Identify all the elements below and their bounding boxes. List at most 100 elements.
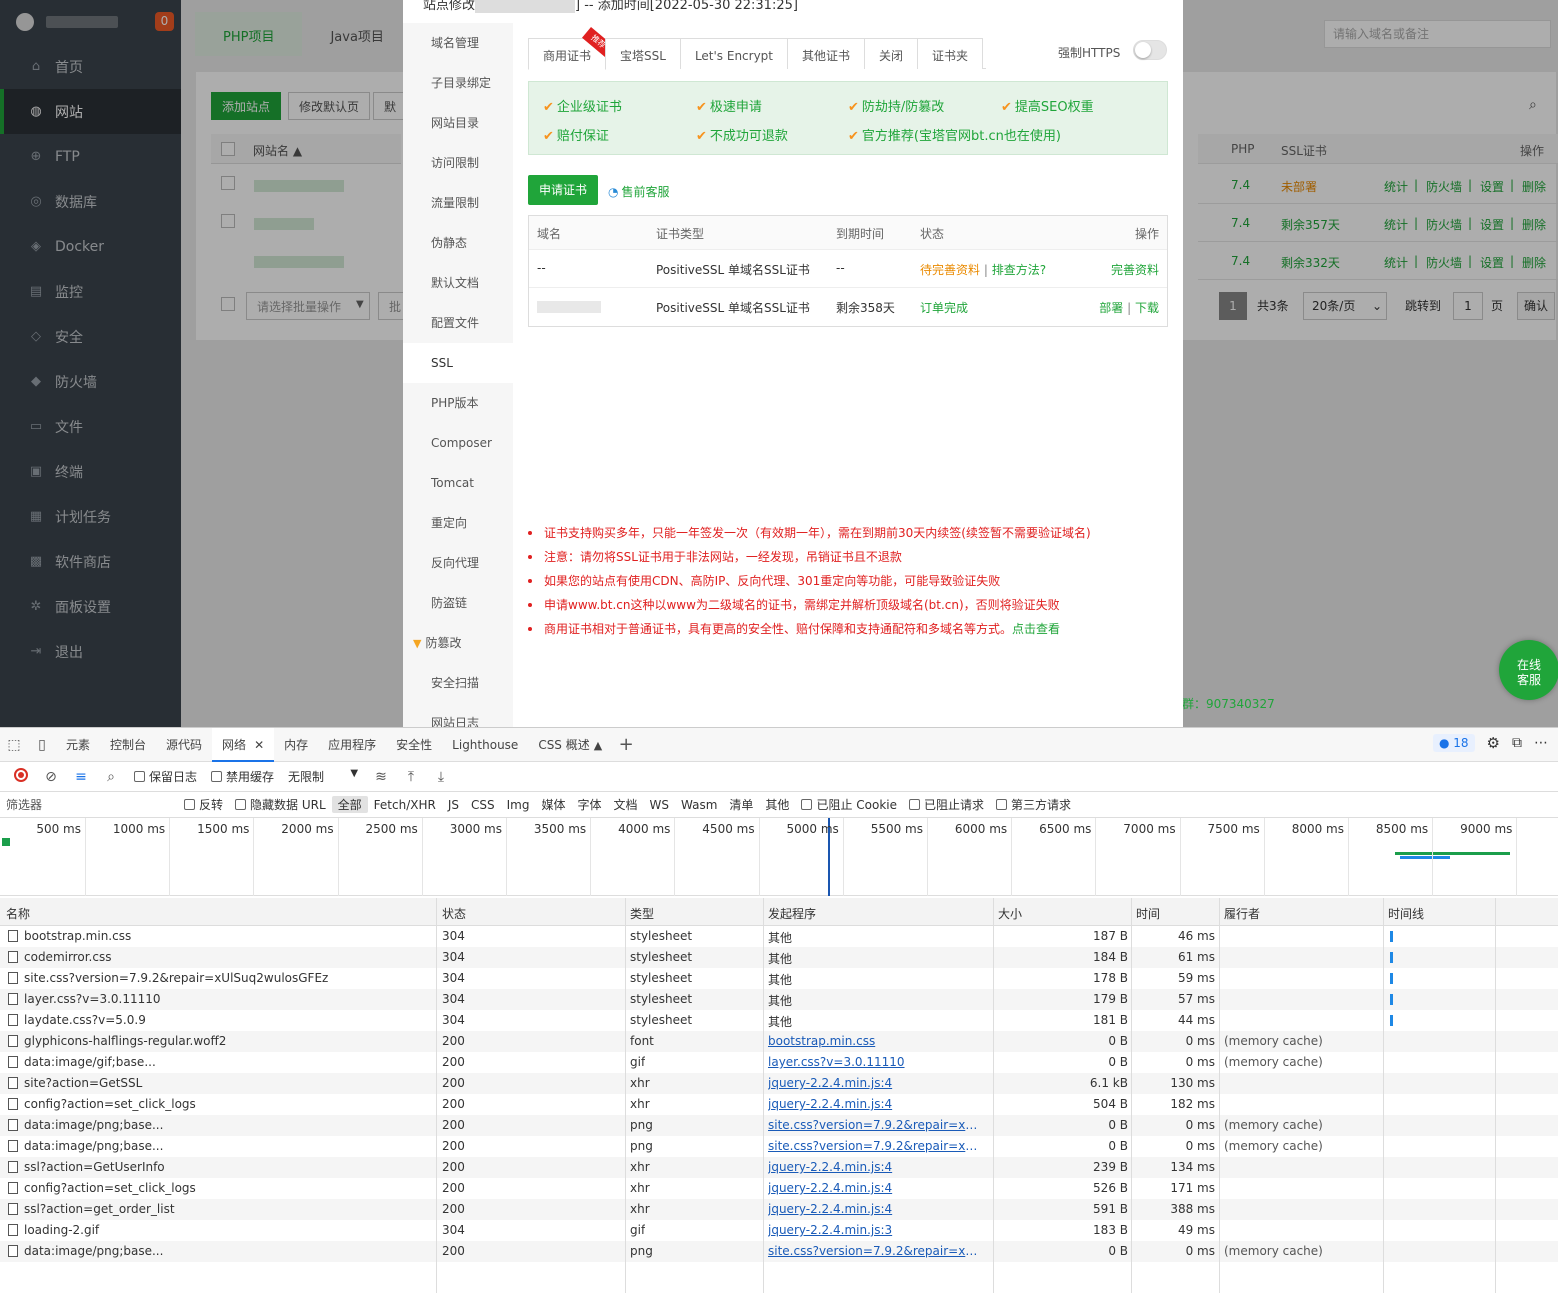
ssl-tab[interactable]: 商用证书 推荐 xyxy=(528,26,615,70)
issues-badge[interactable]: ● 18 xyxy=(1432,734,1475,752)
request-row[interactable]: laydate.css?v=5.0.9 304 stylesheet 其他 181 B 4… xyxy=(0,1010,1558,1031)
deploy-link[interactable]: 部署 xyxy=(1099,301,1123,315)
devtools-tab[interactable]: 源代码 xyxy=(156,728,212,762)
preserve-log-checkbox[interactable]: 保留日志 xyxy=(134,768,197,785)
throttling-select[interactable]: 无限制 ▼ xyxy=(288,768,358,785)
dialog-menu-item[interactable]: 重定向 xyxy=(403,503,513,543)
devtools-tab[interactable]: Lighthouse xyxy=(442,728,528,762)
type-filter[interactable]: WS xyxy=(644,798,675,812)
type-filter[interactable]: Img xyxy=(501,798,536,812)
type-filter[interactable]: 其他 xyxy=(759,796,795,813)
request-initiator[interactable]: jquery-2.2.4.min.js:4 xyxy=(768,1202,986,1216)
request-initiator[interactable]: jquery-2.2.4.min.js:4 xyxy=(768,1076,986,1090)
dialog-menu-item[interactable]: 子目录绑定 xyxy=(403,63,513,103)
dialog-menu-item[interactable]: 安全扫描 xyxy=(403,663,513,703)
type-filter[interactable]: Fetch/XHR xyxy=(368,798,442,812)
inspect-element-icon[interactable]: ⬚ xyxy=(0,737,28,753)
ssl-tab[interactable]: Let's Encrypt xyxy=(679,38,789,69)
dialog-menu-item[interactable]: 域名管理 xyxy=(403,23,513,63)
column-header[interactable]: 状态 xyxy=(442,905,466,922)
type-filter[interactable]: 文档 xyxy=(608,796,644,813)
type-filter[interactable]: 全部 xyxy=(331,796,368,813)
filter-icon[interactable]: ≡ xyxy=(68,769,94,785)
dialog-menu-item[interactable]: Composer xyxy=(403,423,513,463)
dialog-menu-item[interactable]: PHP版本 xyxy=(403,383,513,423)
request-row[interactable]: data:image/png;base... 200 png site.css?ver… xyxy=(0,1115,1558,1136)
blocked-requests-checkbox[interactable]: 已阻止请求 xyxy=(903,796,990,813)
request-row[interactable]: codemirror.css 304 stylesheet 其他 184 B 61 ms xyxy=(0,947,1558,968)
dialog-menu-item[interactable]: Tomcat xyxy=(403,463,513,503)
type-filter[interactable]: 字体 xyxy=(571,796,607,813)
dialog-menu-item[interactable]: 默认文档 xyxy=(403,263,513,303)
request-initiator[interactable]: layer.css?v=3.0.11110 xyxy=(768,1055,986,1069)
dialog-menu-item[interactable]: 配置文件 xyxy=(403,303,513,343)
request-row[interactable]: site?action=GetSSL 200 xhr jquery-2.2.4.min… xyxy=(0,1073,1558,1094)
force-https-toggle[interactable] xyxy=(1133,40,1167,60)
request-row[interactable]: loading-2.gif 304 gif jquery-2.2.4.min.js:3… xyxy=(0,1220,1558,1241)
third-party-checkbox[interactable]: 第三方请求 xyxy=(990,796,1077,813)
column-header[interactable]: 名称 xyxy=(6,905,30,922)
request-initiator[interactable]: jquery-2.2.4.min.js:4 xyxy=(768,1160,986,1174)
request-row[interactable]: ssl?action=GetUserInfo 200 xhr jquery-2.2.4… xyxy=(0,1157,1558,1178)
dialog-menu-item[interactable]: 伪静态 xyxy=(403,223,513,263)
online-service-button[interactable]: 在线客服 xyxy=(1499,640,1558,700)
request-initiator[interactable]: site.css?version=7.9.2&repair=xUlSuq2... xyxy=(768,1244,986,1258)
ssl-tab[interactable]: 其他证书 xyxy=(787,38,866,69)
request-row[interactable]: data:image/png;base... 200 png site.css?ver… xyxy=(0,1241,1558,1262)
hide-data-url-checkbox[interactable]: 隐藏数据 URL xyxy=(229,796,332,813)
column-header[interactable]: 时间 xyxy=(1136,905,1160,922)
complete-info-link[interactable]: 完善资料 xyxy=(1111,261,1159,278)
request-row[interactable]: ssl?action=get_order_list 200 xhr jquery-2.… xyxy=(0,1199,1558,1220)
more-options-icon[interactable]: ⋯ xyxy=(1534,735,1548,751)
download-link[interactable]: 下载 xyxy=(1135,301,1159,315)
dialog-menu-item[interactable]: 访问限制 xyxy=(403,143,513,183)
request-row[interactable]: config?action=set_click_logs 200 xhr jquery… xyxy=(0,1094,1558,1115)
devtools-tab[interactable]: 控制台 xyxy=(100,728,156,762)
dialog-menu-item[interactable]: 反向代理 xyxy=(403,543,513,583)
request-initiator[interactable]: site.css?version=7.9.2&repair=xUlSuq2... xyxy=(768,1139,986,1153)
troubleshoot-link[interactable]: 排查方法? xyxy=(992,263,1046,277)
dialog-menu-item[interactable]: 网站日志 xyxy=(403,703,513,727)
request-initiator[interactable]: jquery-2.2.4.min.js:3 xyxy=(768,1223,986,1237)
import-har-icon[interactable]: ⤒ xyxy=(398,769,424,785)
type-filter[interactable]: CSS xyxy=(465,798,501,812)
remote-devices-icon[interactable]: ⧉ xyxy=(1512,735,1522,751)
column-header[interactable]: 类型 xyxy=(630,905,654,922)
add-tab-icon[interactable]: + xyxy=(612,734,640,755)
dialog-menu-item[interactable]: 网站目录 xyxy=(403,103,513,143)
presale-service-link[interactable]: ◔ 售前客服 xyxy=(608,183,670,200)
settings-gear-icon[interactable]: ⚙ xyxy=(1487,734,1500,752)
dialog-menu-item[interactable]: 防盗链 xyxy=(403,583,513,623)
request-row[interactable]: config?action=set_click_logs 200 xhr jquery… xyxy=(0,1178,1558,1199)
request-row[interactable]: bootstrap.min.css 304 stylesheet 其他 187 B 46 … xyxy=(0,926,1558,947)
record-icon[interactable] xyxy=(8,767,34,786)
filter-input[interactable]: 筛选器 xyxy=(6,796,178,813)
search-icon[interactable]: ⌕ xyxy=(98,769,124,785)
request-row[interactable]: data:image/png;base... 200 png site.css?ver… xyxy=(0,1136,1558,1157)
devtools-tab[interactable]: CSS 概述 ▲ xyxy=(528,728,612,762)
type-filter[interactable]: 媒体 xyxy=(535,796,571,813)
disable-cache-checkbox[interactable]: 禁用缓存 xyxy=(211,768,274,785)
dialog-menu-item[interactable]: 流量限制 xyxy=(403,183,513,223)
dialog-menu-item[interactable]: SSL xyxy=(403,343,513,383)
column-header[interactable]: 时间线 xyxy=(1388,905,1424,922)
type-filter[interactable]: 清单 xyxy=(723,796,759,813)
devtools-tab[interactable]: 内存 xyxy=(274,728,318,762)
device-toolbar-icon[interactable]: ▯ xyxy=(28,737,56,753)
request-initiator[interactable]: bootstrap.min.css xyxy=(768,1034,986,1048)
request-row[interactable]: glyphicons-halflings-regular.woff2 200 fon… xyxy=(0,1031,1558,1052)
request-initiator[interactable]: jquery-2.2.4.min.js:4 xyxy=(768,1181,986,1195)
request-row[interactable]: layer.css?v=3.0.11110 304 stylesheet 其他 179 … xyxy=(0,989,1558,1010)
devtools-tab[interactable]: 网络 ✕ xyxy=(212,727,275,762)
blocked-cookies-checkbox[interactable]: 已阻止 Cookie xyxy=(795,796,903,813)
request-row[interactable]: site.css?version=7.9.2&repair=xUlSuq2wul… xyxy=(0,968,1558,989)
ssl-tab[interactable]: 关闭 xyxy=(864,38,919,69)
ssl-tab[interactable]: 证书夹 xyxy=(917,38,984,69)
clear-icon[interactable]: ⊘ xyxy=(38,769,64,785)
devtools-tab[interactable]: 安全性 xyxy=(386,728,442,762)
network-conditions-icon[interactable]: ≋ xyxy=(368,769,394,785)
invert-checkbox[interactable]: 反转 xyxy=(178,796,229,813)
type-filter[interactable]: JS xyxy=(442,798,465,812)
close-icon[interactable]: ✕ xyxy=(254,738,264,752)
request-row[interactable]: data:image/gif;base... 200 gif layer.css?v=… xyxy=(0,1052,1558,1073)
